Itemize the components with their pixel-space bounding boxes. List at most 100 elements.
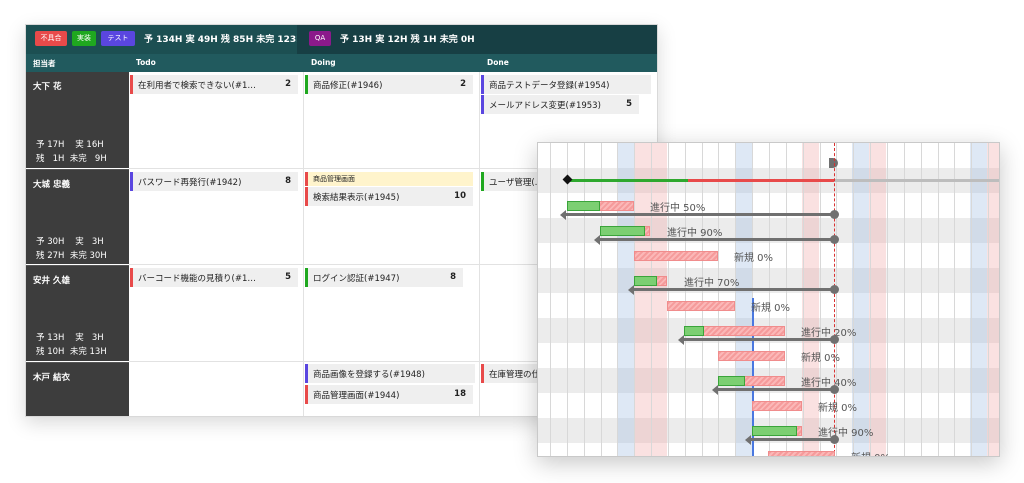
progress-end-icon: [830, 210, 839, 219]
card-hours: 8: [285, 176, 291, 186]
col-doing: Doing: [311, 58, 336, 67]
task-status-label: 新規 0%: [801, 353, 841, 364]
day-grid-line: [718, 143, 719, 456]
task-card[interactable]: ログイン認証(#1947) 8: [305, 268, 463, 287]
card-hours: 18: [454, 389, 466, 399]
task-status-label: 進行中 50%: [650, 203, 706, 214]
day-grid-line: [921, 143, 922, 456]
card-hours: 10: [454, 191, 466, 201]
task-status-label: 進行中 90%: [818, 428, 874, 439]
summary-remaining-line: [688, 179, 834, 182]
day-grid-line: [938, 143, 939, 456]
task-plan-bar[interactable]: [752, 401, 802, 411]
assignee-name: 大城 忠義: [33, 180, 70, 190]
column-divider: [479, 72, 480, 416]
assignee-name: 大下 花: [33, 82, 62, 92]
task-plan-bar[interactable]: [718, 351, 785, 361]
task-status-label: 進行中 90%: [667, 228, 723, 239]
progress-line: [565, 213, 834, 216]
day-grid-line: [550, 143, 551, 456]
card-hours: 5: [285, 272, 291, 282]
tag-impl[interactable]: 実装: [72, 31, 96, 46]
day-grid-line: [668, 143, 669, 456]
day-grid-line: [584, 143, 585, 456]
task-card[interactable]: バーコード機能の見積り(#1… 5: [130, 268, 298, 287]
task-group-card[interactable]: 商品管理画面: [305, 172, 473, 186]
col-done: Done: [487, 58, 509, 67]
holiday-column: [802, 143, 819, 456]
summary-tail-line: [834, 179, 999, 182]
assignee-stats: 残 10H 未完 13H: [36, 347, 107, 357]
progress-end-icon: [830, 285, 839, 294]
card-hours: 5: [626, 99, 632, 109]
task-status-label: 進行中 70%: [684, 278, 740, 289]
progress-end-icon: [830, 235, 839, 244]
task-plan-bar[interactable]: [667, 301, 735, 311]
day-grid-line: [887, 143, 888, 456]
day-grid-line: [567, 143, 568, 456]
task-card[interactable]: メールアドレス変更(#1953) 5: [481, 95, 639, 114]
card-title: 検索結果表示(#1945): [313, 193, 400, 203]
day-grid-line: [988, 143, 989, 456]
task-card[interactable]: 商品管理画面(#1944) 18: [305, 385, 473, 404]
task-done-bar[interactable]: [684, 326, 704, 336]
task-card[interactable]: 商品テストデータ登録(#1954): [481, 75, 651, 94]
lane-assignee: 安井 久雄 予 13H 実 3H 残 10H 未完 13H: [26, 265, 129, 361]
day-grid-line: [735, 143, 736, 456]
day-grid-line: [954, 143, 955, 456]
progress-line: [633, 288, 834, 291]
task-status-label: 新規 0%: [818, 403, 858, 414]
card-hours: 8: [450, 272, 456, 282]
task-done-bar[interactable]: [634, 276, 657, 286]
task-status-label: 進行中 20%: [801, 328, 857, 339]
day-grid-line: [870, 143, 871, 456]
lane-assignee: 木戸 結衣: [26, 362, 129, 416]
holiday-column: [869, 143, 886, 456]
task-card[interactable]: 在利用者で検索できない(#1… 2: [130, 75, 298, 94]
task-plan-bar[interactable]: [634, 251, 718, 261]
card-title: パスワード再発行(#1942): [138, 178, 242, 188]
summary-hours: 予 134H 実 49H 残 85H 未完 123H: [144, 35, 304, 45]
day-grid-line: [702, 143, 703, 456]
card-title: 在利用者で検索できない(#1…: [138, 81, 256, 91]
task-done-bar[interactable]: [718, 376, 745, 386]
assignee-name: 安井 久雄: [33, 276, 70, 286]
progress-line: [599, 238, 834, 241]
column-header: 担当者 Todo Doing Done: [26, 54, 657, 72]
assignee-name: 木戸 結衣: [33, 373, 70, 383]
task-done-bar[interactable]: [567, 201, 600, 211]
col-todo: Todo: [136, 58, 156, 67]
column-divider: [303, 72, 304, 416]
progress-line: [750, 438, 834, 441]
tag-test[interactable]: テスト: [101, 31, 135, 46]
day-grid-line: [971, 143, 972, 456]
card-title: ユーザ管理(…: [489, 178, 544, 188]
qa-summary-bar: QA 予 13H 実 12H 残 1H 未完 0H: [297, 25, 657, 54]
card-title: 商品画像を登録する(#1948): [313, 370, 425, 380]
assignee-stats: 予 30H 実 3H: [36, 237, 104, 247]
task-plan-bar[interactable]: [768, 451, 835, 456]
task-status-label: 新規 0%: [751, 303, 791, 314]
card-title: 商品管理画面: [313, 175, 355, 183]
task-card[interactable]: ユーザ管理(…: [481, 172, 544, 191]
card-hours: 2: [285, 79, 291, 89]
card-title: バーコード機能の見積り(#1…: [138, 274, 256, 284]
col-assignee: 担当者: [33, 59, 56, 68]
task-done-bar[interactable]: [600, 226, 645, 236]
tag-bug[interactable]: 不具合: [35, 31, 67, 46]
day-grid-line: [651, 143, 652, 456]
task-status-label: 新規 0%: [734, 253, 774, 264]
card-title: 商品管理画面(#1944): [313, 391, 400, 401]
task-card[interactable]: パスワード再発行(#1942) 8: [130, 172, 298, 191]
progress-end-icon: [830, 335, 839, 344]
task-card[interactable]: 在庫管理の仕…: [481, 364, 549, 383]
progress-line: [717, 388, 834, 391]
tag-qa[interactable]: QA: [309, 31, 331, 46]
task-card[interactable]: 検索結果表示(#1945) 10: [305, 187, 473, 206]
task-card[interactable]: 商品修正(#1946) 2: [305, 75, 473, 94]
day-grid-line: [803, 143, 804, 456]
task-card[interactable]: 商品画像を登録する(#1948): [305, 364, 475, 383]
weekend-column: [617, 143, 634, 456]
card-title: 商品修正(#1946): [313, 81, 383, 91]
task-done-bar[interactable]: [752, 426, 797, 436]
